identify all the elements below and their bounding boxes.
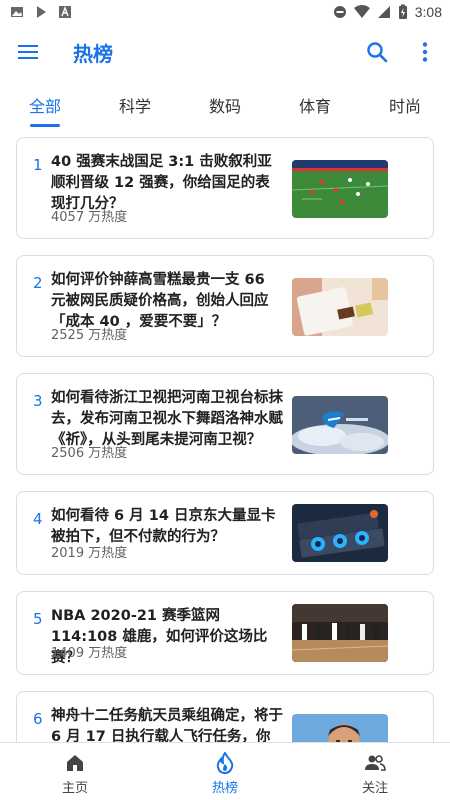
hot-list: 1 40 强赛末战国足 3:1 击败叙利亚顺利晋级 12 强赛，你给国足的表现打… — [0, 130, 450, 742]
menu-icon[interactable] — [18, 44, 38, 60]
tab-all[interactable]: 全部 — [29, 93, 61, 117]
astronaut-portrait-image — [292, 714, 388, 742]
ice-cream-image — [292, 278, 388, 336]
nav-label: 热榜 — [211, 781, 238, 796]
battery-charging-icon — [398, 4, 407, 19]
nav-home[interactable]: 主页 — [30, 743, 120, 800]
item-heat: 1409 万热度 — [51, 646, 128, 661]
nav-follow[interactable]: 关注 — [330, 743, 420, 800]
home-icon — [67, 755, 83, 771]
item-rank: 2 — [33, 274, 43, 292]
nav-label: 主页 — [61, 781, 88, 796]
nav-hot[interactable]: 热榜 — [180, 743, 270, 800]
basketball-game-image — [292, 604, 388, 662]
item-rank: 1 — [33, 156, 43, 174]
list-item[interactable]: 6 神舟十二任务航天员乘组确定，将于 6 月 17 日执行载人飞行任务，你有 — [16, 691, 434, 742]
list-item[interactable]: 1 40 强赛末战国足 3:1 击败叙利亚顺利晋级 12 强赛，你给国足的表现打… — [16, 137, 434, 239]
list-item[interactable]: 2 如何评价钟薛高雪糕最贵一支 66 元被网民质疑价格高，创始人回应「成本 40… — [16, 255, 434, 357]
search-icon[interactable] — [366, 41, 388, 63]
item-heat: 2525 万热度 — [51, 328, 128, 343]
list-item[interactable]: 5 NBA 2020-21 赛季篮网 114:108 雄鹿，如何评价这场比赛？ … — [16, 591, 434, 675]
status-bar: 3:08 — [0, 0, 450, 24]
more-vert-icon[interactable] — [420, 41, 430, 63]
nav-label: 关注 — [361, 781, 388, 796]
category-tabs: 全部 科学 数码 体育 时尚 — [0, 80, 450, 130]
play-store-icon — [37, 6, 46, 18]
list-item[interactable]: 3 如何看待浙江卫视把河南卫视台标抹去，发布河南卫视水下舞蹈洛神水赋《祈》，从头… — [16, 373, 434, 475]
graphics-cards-image — [292, 504, 388, 562]
fire-icon — [216, 752, 234, 774]
item-heat: 4057 万热度 — [51, 210, 128, 225]
item-rank: 5 — [33, 610, 43, 628]
signal-icon — [377, 6, 390, 18]
font-icon — [59, 6, 71, 18]
status-right: 3:08 — [333, 4, 442, 20]
tab-indicator — [30, 124, 60, 127]
list-item[interactable]: 4 如何看待 6 月 14 日京东大量显卡被拍下，但不付款的行为？ 2019 万… — [16, 491, 434, 575]
do-not-disturb-icon — [333, 6, 346, 18]
item-rank: 6 — [33, 710, 43, 728]
tv-logo-image — [292, 396, 388, 454]
status-time: 3:08 — [414, 4, 442, 20]
tab-digital[interactable]: 数码 — [209, 93, 241, 117]
app-bar: 热榜 — [0, 24, 450, 80]
item-heat: 2506 万热度 — [51, 446, 128, 461]
item-heat: 2019 万热度 — [51, 546, 128, 561]
item-rank: 3 — [33, 392, 43, 410]
football-match-image — [292, 160, 388, 218]
wifi-icon — [353, 5, 370, 18]
status-left — [10, 5, 72, 19]
tab-science[interactable]: 科学 — [119, 93, 151, 117]
image-icon — [11, 7, 23, 17]
bottom-nav: 主页 热榜 关注 — [0, 742, 450, 800]
page-title: 热榜 — [73, 42, 113, 66]
tab-fashion[interactable]: 时尚 — [389, 93, 421, 117]
item-rank: 4 — [33, 510, 43, 528]
people-icon — [365, 755, 386, 771]
tab-sports[interactable]: 体育 — [299, 93, 331, 117]
item-title[interactable]: 神舟十二任务航天员乘组确定，将于 6 月 17 日执行载人飞行任务，你有 — [51, 706, 283, 742]
